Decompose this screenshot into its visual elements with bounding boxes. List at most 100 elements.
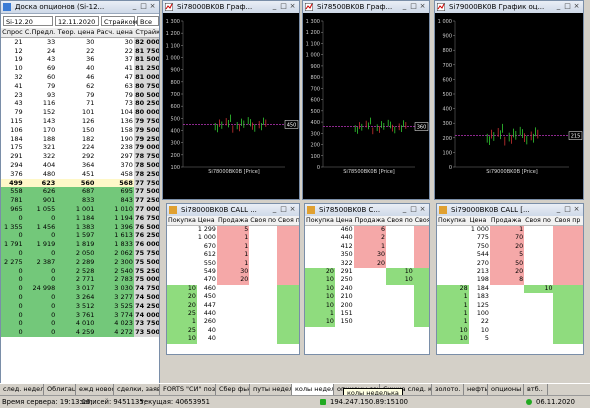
board-cell[interactable]: 33 — [23, 37, 57, 47]
quote-cell[interactable] — [354, 268, 386, 276]
board-cell[interactable]: 115 — [1, 116, 24, 126]
board-row[interactable]: 106 170 150 158 79 500 — [1, 125, 159, 135]
board-cell[interactable]: 2 387 — [23, 257, 57, 267]
board-cell[interactable]: 1 184 — [56, 213, 96, 223]
board-cell[interactable]: 404 — [23, 160, 57, 170]
quote-col-header[interactable]: Покупка — [167, 216, 197, 226]
board-cell[interactable]: 0 — [1, 328, 24, 337]
quote-cell[interactable] — [354, 310, 386, 318]
board-row[interactable]: 499 623 560 568 77 750 — [1, 178, 159, 188]
quote-cell[interactable]: 10 — [386, 268, 414, 277]
board-row[interactable]: 79 152 101 104 80 000 — [1, 108, 159, 117]
quote-cell[interactable]: 350 — [335, 251, 354, 259]
close-icon[interactable]: × — [288, 2, 297, 11]
quote-cell[interactable]: 5 — [489, 251, 525, 260]
quote-cell[interactable] — [413, 293, 429, 302]
maximize-icon[interactable]: □ — [409, 2, 418, 11]
bid-row[interactable]: 1 100 — [437, 310, 583, 319]
quote-cell[interactable] — [277, 318, 299, 327]
quote-cell[interactable] — [413, 268, 429, 277]
bid-row[interactable]: 20 291 10 — [305, 268, 429, 277]
strike-cell[interactable]: 75 500 — [133, 257, 159, 267]
board-cell[interactable]: 0 — [23, 231, 57, 241]
ask-row[interactable]: 350 30 — [305, 251, 429, 260]
workspace-tab[interactable]: FORTS "СИ" позици.. — [160, 384, 216, 395]
quote-cell[interactable] — [249, 310, 277, 318]
strike-cell[interactable]: 75 750 — [133, 248, 159, 258]
strike-cell[interactable]: 76 750 — [133, 213, 159, 223]
strike-cell[interactable]: 78 750 — [133, 152, 159, 161]
quote-cell[interactable] — [386, 310, 414, 318]
maximize-icon[interactable]: □ — [279, 205, 288, 214]
quote-cell[interactable] — [386, 226, 414, 235]
quote-cell[interactable] — [553, 326, 583, 336]
quote-cell[interactable] — [305, 260, 335, 268]
quote-col-header[interactable]: Своя по — [386, 216, 414, 226]
board-cell[interactable]: 3 512 — [56, 301, 96, 311]
quote-cell[interactable] — [437, 243, 469, 251]
board-cell[interactable]: 0 — [1, 284, 24, 293]
quote-cell[interactable]: 10 — [524, 284, 554, 294]
quote-cell[interactable] — [217, 302, 249, 310]
board-cell[interactable]: 364 — [56, 160, 96, 170]
quote-cell[interactable]: 20 — [167, 293, 197, 302]
strike-cell[interactable]: 79 250 — [133, 134, 159, 144]
quote-col-header[interactable]: Продажа — [216, 216, 250, 226]
quote-col-header[interactable]: Цена — [196, 216, 217, 226]
quote-cell[interactable] — [413, 242, 429, 252]
quote-cell[interactable]: 10 — [469, 327, 490, 335]
quote-cell[interactable] — [437, 251, 469, 259]
quote-cell[interactable]: 50 — [489, 259, 525, 269]
board-cell[interactable]: 687 — [56, 187, 96, 197]
bid-row[interactable]: 10 40 — [167, 335, 299, 344]
quote-cell[interactable]: 150 — [335, 318, 354, 326]
board-row[interactable]: 291 322 292 297 78 750 — [1, 152, 159, 161]
board-row[interactable]: 294 404 364 370 78 500 — [1, 160, 159, 170]
board-cell[interactable]: 40 — [56, 64, 96, 73]
quote-cell[interactable]: 20 — [353, 259, 386, 269]
quote-cell[interactable] — [490, 318, 524, 326]
board-cell[interactable]: 2 300 — [95, 257, 134, 267]
workspace-tab[interactable]: Облигации — [44, 384, 76, 395]
quote-cell[interactable]: 260 — [197, 318, 217, 326]
bid-row[interactable]: 10 200 — [305, 301, 429, 311]
board-cell[interactable]: 126 — [56, 116, 96, 126]
bid-row[interactable]: 10 5 — [437, 335, 583, 344]
board-cell[interactable]: 22 — [56, 46, 96, 56]
board-row[interactable]: 001 184 1 194 76 750 — [1, 213, 159, 223]
board-row[interactable]: 003 761 3 774 74 000 — [1, 310, 159, 320]
quote-cell[interactable] — [413, 234, 429, 243]
quote-cell[interactable] — [524, 310, 553, 318]
ask-row[interactable]: 322 20 — [305, 259, 429, 269]
quote-cell[interactable]: 5 — [469, 335, 490, 343]
quote-cell[interactable]: 460 — [197, 285, 217, 293]
chart-window-78500[interactable]: Si78500BK0B Граф... _ □ × 1 300 1 200 1 10… — [302, 0, 430, 200]
strike-cell[interactable]: 79 500 — [133, 125, 159, 135]
quote-cell[interactable] — [217, 310, 249, 318]
strike-cell[interactable]: 79 750 — [133, 116, 159, 126]
quote-cell[interactable] — [413, 259, 429, 269]
board-cell[interactable]: 1 055 — [23, 204, 57, 214]
strike-cell[interactable]: 74 000 — [133, 310, 159, 320]
board-row[interactable]: 175 321 224 238 79 000 — [1, 143, 159, 153]
quote-col-header[interactable]: Цена — [334, 216, 354, 226]
quote-cell[interactable] — [490, 310, 524, 318]
board-cell[interactable]: 62 — [56, 81, 96, 91]
order-book-table[interactable]: ПокупкаЦенаПродажаСвоя поСвоя пр46064402… — [305, 216, 429, 327]
quote-cell[interactable]: 198 — [469, 276, 490, 284]
quote-cell[interactable] — [553, 293, 583, 302]
close-icon[interactable]: × — [418, 2, 427, 11]
bid-row[interactable]: 10 10 — [437, 326, 583, 336]
board-cell[interactable]: 4 259 — [56, 328, 96, 337]
board-cell[interactable]: 1 613 — [95, 231, 134, 241]
quote-cell[interactable]: 544 — [469, 251, 490, 259]
quote-cell[interactable] — [524, 318, 553, 326]
quote-cell[interactable] — [249, 293, 277, 301]
board-cell[interactable]: 101 — [56, 108, 96, 117]
board-cell[interactable]: 458 — [95, 169, 134, 179]
board-cell[interactable]: 297 — [95, 152, 134, 161]
board-cell[interactable]: 3 017 — [56, 284, 96, 293]
quote-cell[interactable] — [277, 301, 299, 311]
board-row[interactable]: 781 901 833 843 77 250 — [1, 196, 159, 205]
option-board-titlebar[interactable]: Доска опционов (Si-12... _ □ × — [1, 1, 159, 14]
